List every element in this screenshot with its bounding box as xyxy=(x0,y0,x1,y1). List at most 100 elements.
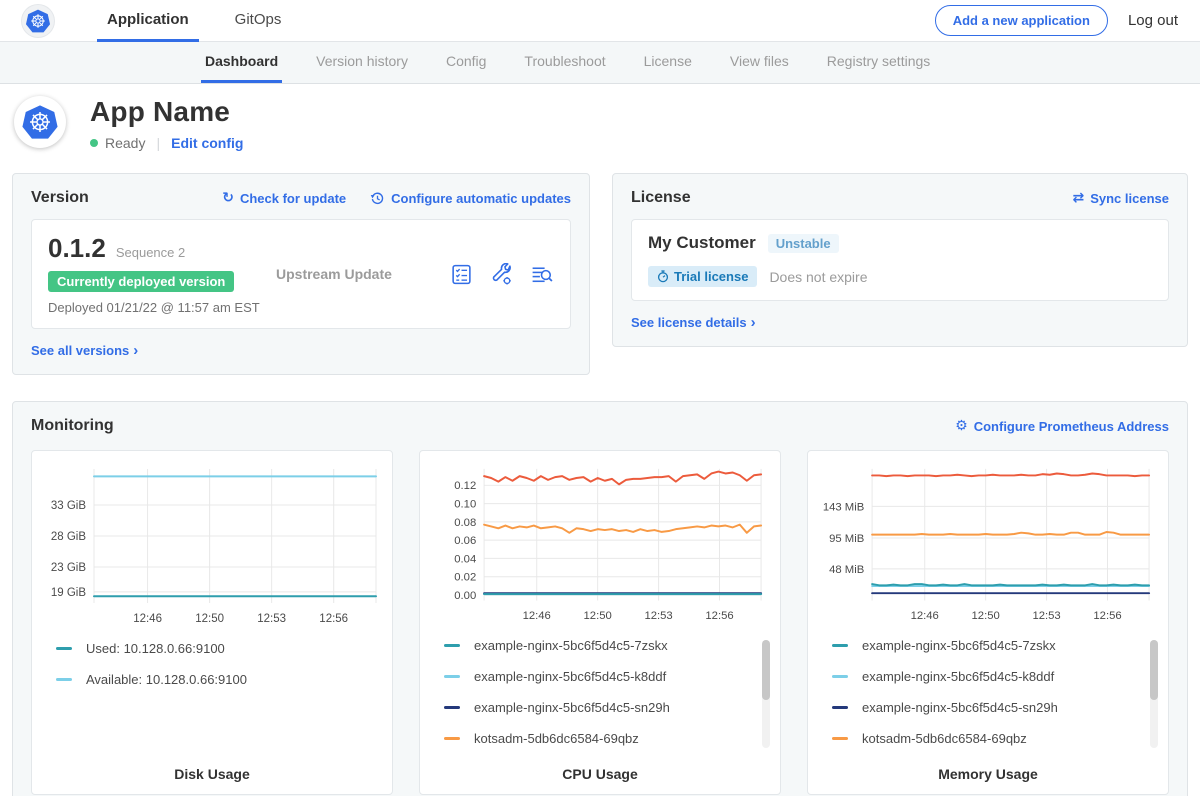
svg-text:12:46: 12:46 xyxy=(911,610,939,622)
subnav-troubleshoot[interactable]: Troubleshoot xyxy=(520,42,609,83)
cpu-usage-chart: 0.120.100.080.060.040.020.0012:4612:5012… xyxy=(430,461,770,626)
svg-text:12:56: 12:56 xyxy=(319,613,348,625)
svg-text:12:50: 12:50 xyxy=(584,610,612,622)
svg-text:0.00: 0.00 xyxy=(454,590,476,602)
preflight-checks-icon[interactable] xyxy=(450,263,473,286)
stopwatch-icon xyxy=(657,270,669,283)
legend-item: Available: 10.128.0.66:9100 xyxy=(56,672,382,687)
channel-badge: Unstable xyxy=(768,234,839,253)
check-for-update-label: Check for update xyxy=(240,191,346,206)
legend-item: example-nginx-5bc6f5d4c5-7zskx xyxy=(444,638,770,653)
svg-text:95 MiB: 95 MiB xyxy=(829,533,864,545)
memory-usage-legend: example-nginx-5bc6f5d4c5-7zskx example-ng… xyxy=(818,638,1158,762)
license-card-title: License xyxy=(631,189,691,207)
legend-item: example-nginx-5bc6f5d4c5-k8ddf xyxy=(832,669,1158,684)
svg-text:48 MiB: 48 MiB xyxy=(829,564,864,576)
divider: | xyxy=(156,135,160,151)
license-card: License ⇄ Sync license My Customer Unsta… xyxy=(612,173,1188,347)
legend-label: Used: 10.128.0.66:9100 xyxy=(86,641,225,656)
legend-swatch xyxy=(832,737,848,740)
app-status-text: Ready xyxy=(105,135,145,151)
see-all-versions-link[interactable]: See all versions › xyxy=(31,342,571,359)
update-schedule-icon xyxy=(370,191,385,206)
legend-swatch xyxy=(56,678,72,681)
license-type-label: Trial license xyxy=(674,269,748,284)
subnav-view-files[interactable]: View files xyxy=(726,42,793,83)
svg-text:12:56: 12:56 xyxy=(705,610,733,622)
kubernetes-logo-icon xyxy=(25,8,51,34)
legend-swatch xyxy=(832,675,848,678)
legend-label: example-nginx-5bc6f5d4c5-k8ddf xyxy=(862,669,1054,684)
current-version-box: 0.1.2 Sequence 2 Currently deployed vers… xyxy=(31,219,571,329)
svg-text:33 GiB: 33 GiB xyxy=(51,500,86,512)
svg-text:0.06: 0.06 xyxy=(454,535,476,547)
disk-usage-title: Disk Usage xyxy=(42,766,382,782)
configure-prometheus-label: Configure Prometheus Address xyxy=(974,419,1169,434)
top-nav-tabs: Application GitOps xyxy=(84,0,304,42)
monitoring-section: Monitoring ⚙ Configure Prometheus Addres… xyxy=(12,401,1188,796)
subnav-registry-settings[interactable]: Registry settings xyxy=(823,42,934,83)
legend-label: kotsadm-5db6dc6584-69qbz xyxy=(862,731,1027,746)
legend-label: example-nginx-5bc6f5d4c5-sn29h xyxy=(474,700,670,715)
version-card: Version ↻ Check for update Configure aut… xyxy=(12,173,590,375)
legend-label: example-nginx-5bc6f5d4c5-7zskx xyxy=(862,638,1056,653)
see-license-details-link[interactable]: See license details › xyxy=(631,314,1169,331)
legend-item: kotsadm-5db6dc6584-69qbz xyxy=(444,731,770,746)
subnav-config[interactable]: Config xyxy=(442,42,490,83)
chevron-right-icon: › xyxy=(751,314,756,331)
deploy-logs-icon[interactable] xyxy=(530,263,554,286)
legend-scrollbar[interactable] xyxy=(762,640,770,748)
legend-swatch xyxy=(832,706,848,709)
subnav-version-history[interactable]: Version history xyxy=(312,42,412,83)
kubernetes-logo xyxy=(22,5,54,37)
tab-application[interactable]: Application xyxy=(97,0,199,42)
configure-prometheus-link[interactable]: ⚙ Configure Prometheus Address xyxy=(955,419,1169,434)
edit-config-link[interactable]: Edit config xyxy=(171,135,243,151)
app-sub-nav: Dashboard Version history Config Trouble… xyxy=(0,42,1200,84)
logout-button[interactable]: Log out xyxy=(1128,12,1178,29)
customer-name: My Customer xyxy=(648,233,756,253)
svg-text:0.10: 0.10 xyxy=(454,499,476,511)
svg-text:143 MiB: 143 MiB xyxy=(823,501,864,513)
disk-usage-legend: Used: 10.128.0.66:9100 Available: 10.128.… xyxy=(42,641,382,762)
configure-automatic-updates-link[interactable]: Configure automatic updates xyxy=(370,191,571,206)
svg-text:0.12: 0.12 xyxy=(454,480,476,492)
legend-scrollbar-thumb[interactable] xyxy=(1150,640,1158,700)
sync-license-link[interactable]: ⇄ Sync license xyxy=(1072,191,1169,206)
version-number: 0.1.2 xyxy=(48,233,106,264)
legend-item: example-nginx-5bc6f5d4c5-sn29h xyxy=(832,700,1158,715)
see-all-versions-label: See all versions xyxy=(31,343,129,358)
app-avatar xyxy=(14,96,66,148)
subnav-dashboard[interactable]: Dashboard xyxy=(201,42,282,83)
config-wrench-icon[interactable] xyxy=(490,263,513,286)
refresh-icon: ↻ xyxy=(222,191,234,205)
app-header: App Name Ready | Edit config xyxy=(0,84,1200,165)
check-for-update-link[interactable]: ↻ Check for update xyxy=(222,191,346,206)
cpu-usage-title: CPU Usage xyxy=(430,766,770,782)
legend-scrollbar[interactable] xyxy=(1150,640,1158,748)
sync-arrows-icon: ⇄ xyxy=(1072,191,1084,205)
svg-text:0.08: 0.08 xyxy=(454,517,476,529)
legend-swatch xyxy=(444,706,460,709)
svg-text:28 GiB: 28 GiB xyxy=(51,531,86,543)
svg-text:12:46: 12:46 xyxy=(523,610,551,622)
add-new-application-button[interactable]: Add a new application xyxy=(935,5,1108,36)
legend-scrollbar-thumb[interactable] xyxy=(762,640,770,700)
version-source: Upstream Update xyxy=(276,266,392,282)
svg-text:23 GiB: 23 GiB xyxy=(51,562,86,574)
svg-text:12:50: 12:50 xyxy=(972,610,1000,622)
legend-item: example-nginx-5bc6f5d4c5-k8ddf xyxy=(444,669,770,684)
legend-label: example-nginx-5bc6f5d4c5-k8ddf xyxy=(474,669,666,684)
svg-text:12:53: 12:53 xyxy=(644,610,672,622)
chevron-right-icon: › xyxy=(133,342,138,359)
legend-item: example-nginx-5bc6f5d4c5-sn29h xyxy=(444,700,770,715)
svg-text:0.04: 0.04 xyxy=(454,553,476,565)
subnav-license[interactable]: License xyxy=(640,42,696,83)
monitoring-title: Monitoring xyxy=(31,417,114,435)
license-details-box: My Customer Unstable Trial license Does … xyxy=(631,219,1169,301)
legend-item: kotsadm-5db6dc6584-69qbz xyxy=(832,731,1158,746)
top-nav: Application GitOps Add a new application… xyxy=(0,0,1200,42)
svg-text:12:53: 12:53 xyxy=(257,613,286,625)
deployed-badge: Currently deployed version xyxy=(48,271,234,292)
tab-gitops[interactable]: GitOps xyxy=(225,0,292,42)
